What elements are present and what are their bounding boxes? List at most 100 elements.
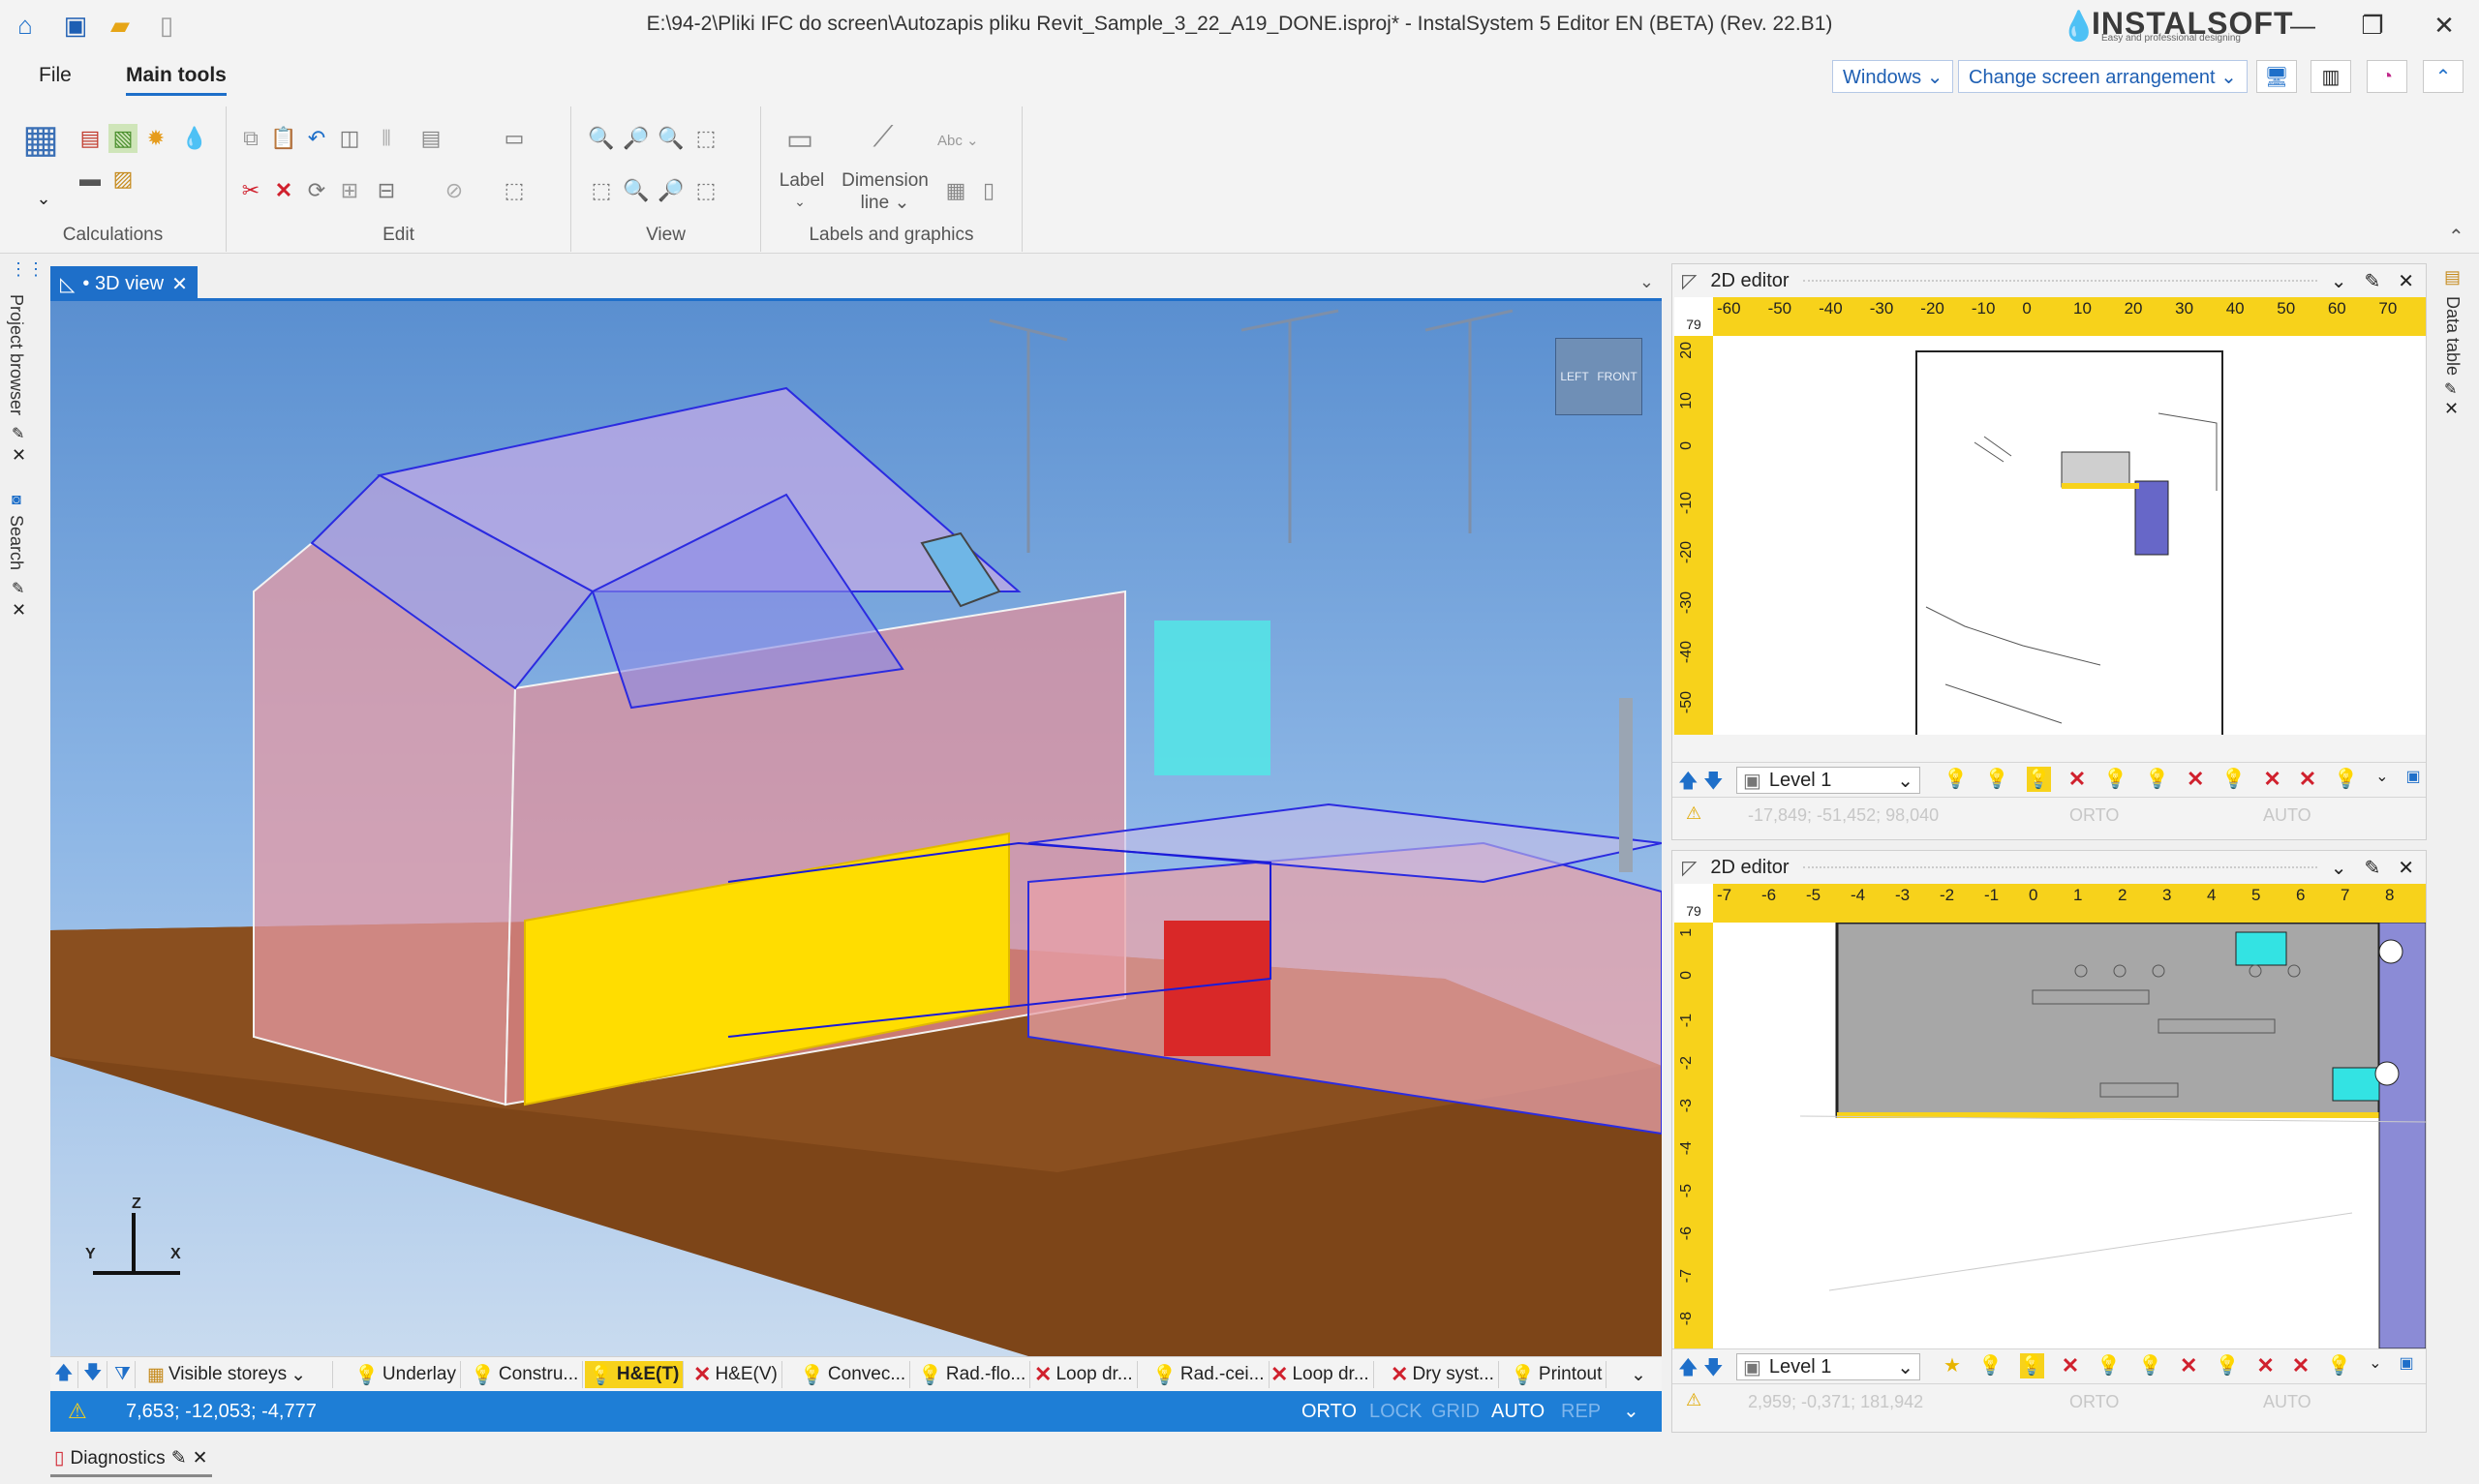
- warning-icon[interactable]: ⚠: [1686, 803, 1701, 824]
- rad-flo-toggle[interactable]: 💡 Rad.-flo...: [914, 1361, 1031, 1388]
- tabbar-chevron-icon[interactable]: ⌄: [1639, 272, 1654, 292]
- align-icon[interactable]: ⊟: [372, 176, 401, 205]
- pipe-icon[interactable]: ▬: [76, 165, 105, 194]
- view-cube[interactable]: LEFT FRONT: [1555, 338, 1642, 415]
- editor-top-menu-icon[interactable]: ⌄: [2331, 269, 2347, 293]
- editor-top-close-icon[interactable]: ✕: [2398, 269, 2414, 293]
- bulb-icon[interactable]: 💡: [2327, 1353, 2351, 1378]
- bulb-icon[interactable]: 💡: [1985, 767, 2009, 792]
- window-icon[interactable]: ◫: [335, 124, 364, 153]
- printout-toggle[interactable]: 💡 Printout: [1507, 1361, 1607, 1388]
- storey-down-icon[interactable]: 🡇: [79, 1361, 107, 1388]
- ribbon-collapse-icon[interactable]: ⌃: [2448, 225, 2464, 249]
- project-browser-tab[interactable]: Project browser: [6, 294, 26, 415]
- x-icon[interactable]: ✕: [2068, 767, 2086, 792]
- bulb-icon[interactable]: 💡: [2334, 767, 2358, 792]
- editor-bottom-menu-icon[interactable]: ⌄: [2331, 856, 2347, 880]
- pan-icon[interactable]: ⬚: [691, 176, 720, 205]
- x-icon[interactable]: ✕: [2062, 1353, 2079, 1378]
- level-select-top[interactable]: ▣ Level 1 ⌄: [1736, 767, 1920, 794]
- page-icon[interactable]: ▯: [974, 176, 1003, 205]
- home-icon[interactable]: ⌂: [10, 10, 41, 41]
- 3d-viewport[interactable]: LEFT FRONT Z Y X: [50, 301, 1662, 1356]
- bulb-active-icon[interactable]: 💡: [2019, 1353, 2044, 1378]
- zoom-prev-icon[interactable]: 🔍: [622, 176, 651, 205]
- storey-down-icon[interactable]: 🡇: [1703, 1353, 1724, 1386]
- underlay-toggle[interactable]: 💡 Underlay: [351, 1361, 461, 1388]
- zoom-fit-icon[interactable]: 🔍: [657, 124, 686, 153]
- restore-button[interactable]: ❐: [2343, 6, 2402, 45]
- status-chevron-icon[interactable]: ⌄: [1623, 1399, 1639, 1423]
- zoom-window-icon[interactable]: ⬚: [691, 124, 720, 153]
- expand-chevron-icon[interactable]: ⌄: [29, 184, 58, 213]
- filter-icon[interactable]: ⧩: [110, 1361, 136, 1388]
- storey-up-icon[interactable]: 🡅: [1678, 767, 1699, 800]
- chevron-down-icon[interactable]: ⌄: [2369, 1353, 2381, 1378]
- canvas-2d-top[interactable]: [1713, 336, 2426, 735]
- close-window-button[interactable]: ✕: [2415, 6, 2473, 45]
- monitor-icon[interactable]: 🖥: [2256, 60, 2297, 93]
- x-icon[interactable]: ✕: [2263, 767, 2280, 792]
- level-select-bottom[interactable]: ▣ Level 1 ⌄: [1736, 1353, 1920, 1380]
- select-icon[interactable]: ⬚: [587, 176, 616, 205]
- label-chevron-icon[interactable]: ⌄: [780, 194, 819, 210]
- data-table-pin-icon[interactable]: ✎: [2444, 379, 2457, 399]
- bulb-icon[interactable]: 💡: [2138, 1353, 2162, 1378]
- x-icon[interactable]: ✕: [2187, 767, 2204, 792]
- save-icon[interactable]: ▣: [60, 10, 91, 41]
- search-pin-icon[interactable]: ✎: [12, 579, 24, 598]
- storey-down-icon[interactable]: 🡇: [1703, 767, 1724, 800]
- loop-dr-1-toggle[interactable]: ✕ Loop dr...: [1030, 1361, 1138, 1388]
- drops-icon[interactable]: ◔: [2367, 60, 2407, 93]
- ruler-icon[interactable]: ▭: [500, 124, 529, 153]
- project-browser-close-icon[interactable]: ✕: [12, 445, 26, 466]
- mirror-icon[interactable]: ⊘: [440, 176, 469, 205]
- convec-toggle[interactable]: 💡 Convec...: [796, 1361, 911, 1388]
- menu-file[interactable]: File: [39, 64, 72, 87]
- change-arrangement-dropdown[interactable]: Change screen arrangement ⌄: [1958, 60, 2248, 93]
- menu-main-tools[interactable]: Main tools: [126, 64, 227, 96]
- label-icon[interactable]: ▭: [779, 120, 821, 159]
- view3d-tab-close-icon[interactable]: ✕: [171, 272, 188, 296]
- editor-bottom-pin-icon[interactable]: ✎: [2364, 856, 2380, 880]
- chevron-down-icon[interactable]: ⌄: [2375, 767, 2388, 792]
- pin-icon[interactable]: ✎: [12, 424, 24, 443]
- orto-toggle[interactable]: ORTO: [1301, 1401, 1357, 1423]
- zoom-out-icon[interactable]: 🔎: [622, 124, 651, 153]
- pan-icon[interactable]: ▣: [2400, 1353, 2414, 1378]
- building-icon[interactable]: ▤: [76, 124, 105, 153]
- bulb-icon[interactable]: 💡: [2221, 767, 2246, 792]
- bulb-icon[interactable]: 💡: [2103, 767, 2127, 792]
- open-folder-icon[interactable]: ▰: [105, 10, 136, 41]
- text-box-icon[interactable]: ⬚: [500, 176, 529, 205]
- editor-bottom-auto[interactable]: AUTO: [2263, 1392, 2311, 1412]
- label-button[interactable]: Label: [767, 170, 837, 192]
- building-calc-icon[interactable]: ▧: [108, 124, 138, 153]
- gear-color-icon[interactable]: ✹: [141, 124, 170, 153]
- text-style-dropdown[interactable]: Abc ⌄: [937, 132, 979, 149]
- rad-cei-toggle[interactable]: 💡 Rad.-cei...: [1148, 1361, 1270, 1388]
- canvas-2d-bottom[interactable]: [1713, 923, 2426, 1348]
- x-icon[interactable]: ✕: [2256, 1353, 2274, 1378]
- zoom-in-icon[interactable]: 🔍: [587, 124, 616, 153]
- split-icon[interactable]: ⫴: [372, 124, 401, 153]
- search-tab[interactable]: Search: [6, 515, 26, 570]
- new-file-icon[interactable]: ▯: [151, 10, 182, 41]
- pan-icon[interactable]: ▣: [2406, 767, 2421, 792]
- undo-icon[interactable]: ↶: [302, 124, 331, 153]
- stack-icon[interactable]: ▤: [416, 124, 445, 153]
- zoom-next-icon[interactable]: 🔎: [657, 176, 686, 205]
- editor-top-orto[interactable]: ORTO: [2069, 805, 2119, 826]
- delete-icon[interactable]: ✕: [269, 176, 298, 205]
- tab-3d-view[interactable]: ◺ • 3D view ✕: [50, 266, 198, 301]
- grid-toggle[interactable]: GRID: [1431, 1401, 1480, 1423]
- editor-bottom-close-icon[interactable]: ✕: [2398, 856, 2414, 880]
- x-icon[interactable]: ✕: [2292, 1353, 2310, 1378]
- bulb-active-icon[interactable]: 💡: [2026, 767, 2051, 792]
- warning-icon[interactable]: ⚠: [68, 1399, 87, 1424]
- data-table-close-icon[interactable]: ✕: [2444, 399, 2459, 419]
- paste-icon[interactable]: 📋: [269, 124, 298, 153]
- drop-icon[interactable]: 💧: [180, 124, 209, 153]
- diagnostics-pin-icon[interactable]: ✎: [171, 1447, 187, 1469]
- array-icon[interactable]: ⊞: [335, 176, 364, 205]
